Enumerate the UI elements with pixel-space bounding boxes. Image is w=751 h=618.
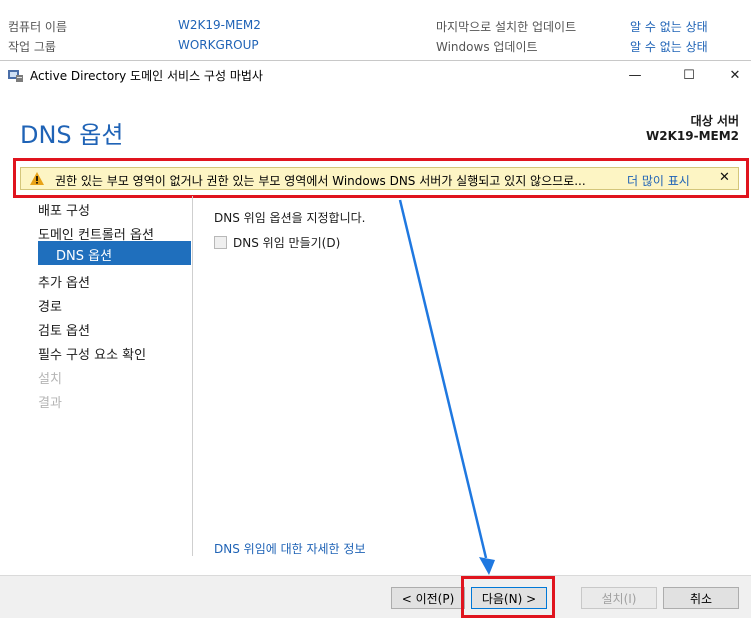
previous-button[interactable]: < 이전(P) (391, 587, 465, 609)
workgroup-value[interactable]: WORKGROUP (178, 38, 259, 52)
windows-update-label: Windows 업데이트 (436, 40, 538, 54)
minimize-button[interactable]: — (612, 61, 658, 89)
workgroup-label: 작업 그룹 (8, 40, 56, 54)
target-server-label: 대상 서버 (690, 114, 739, 128)
nav-item-prerequisites-check[interactable]: 필수 구성 요소 확인 (38, 344, 146, 363)
nav-item-dns-options[interactable]: DNS 옵션 (38, 241, 191, 265)
server-manager-icon (8, 70, 23, 82)
computer-name-label: 컴퓨터 이름 (8, 20, 68, 34)
last-update-label: 마지막으로 설치한 업데이트 (436, 20, 577, 34)
content-description: DNS 위임 옵션을 지정합니다. (214, 211, 366, 225)
maximize-icon: ☐ (683, 67, 695, 83)
close-icon: ✕ (729, 67, 741, 83)
warning-text: 권한 있는 부모 영역이 없거나 권한 있는 부모 영역에서 Windows D… (55, 174, 586, 188)
warning-icon (30, 172, 44, 185)
create-dns-delegation-label: DNS 위임 만들기(D) (233, 236, 341, 250)
show-more-link[interactable]: 더 많이 표시 (627, 172, 690, 189)
minimize-icon: — (628, 67, 642, 83)
ad-ds-config-wizard: Active Directory 도메인 서비스 구성 마법사 — ☐ ✕ DN… (0, 60, 751, 618)
nav-divider (192, 196, 193, 556)
server-properties-panel: 컴퓨터 이름 W2K19-MEM2 작업 그룹 WORKGROUP 마지막으로 … (0, 0, 751, 60)
nav-item-review-options[interactable]: 검토 옵션 (38, 320, 90, 339)
title-bar[interactable]: Active Directory 도메인 서비스 구성 마법사 — ☐ ✕ (0, 61, 751, 89)
warning-bar: 권한 있는 부모 영역이 없거나 권한 있는 부모 영역에서 Windows D… (20, 167, 739, 190)
window-title: Active Directory 도메인 서비스 구성 마법사 (30, 69, 263, 83)
cancel-button[interactable]: 취소 (663, 587, 739, 609)
create-dns-delegation-option: DNS 위임 만들기(D) (214, 234, 340, 251)
dismiss-warning-icon[interactable]: ✕ (719, 170, 730, 185)
dns-delegation-info-link[interactable]: DNS 위임에 대한 자세한 정보 (214, 540, 366, 557)
windows-update-value[interactable]: 알 수 없는 상태 (630, 38, 708, 55)
nav-item-dns-options-label: DNS 옵션 (56, 249, 113, 264)
last-update-value[interactable]: 알 수 없는 상태 (630, 18, 708, 35)
next-button[interactable]: 다음(N) > (471, 587, 547, 609)
create-dns-delegation-checkbox[interactable] (214, 236, 227, 249)
computer-name-value[interactable]: W2K19-MEM2 (178, 18, 261, 32)
wizard-footer: < 이전(P) 다음(N) > 설치(I) 취소 (0, 575, 751, 618)
nav-item-paths[interactable]: 경로 (38, 296, 62, 315)
nav-item-results: 결과 (38, 396, 62, 411)
nav-item-additional-options[interactable]: 추가 옵션 (38, 272, 90, 291)
maximize-button[interactable]: ☐ (666, 61, 712, 89)
nav-item-installation: 설치 (38, 372, 62, 387)
install-button: 설치(I) (581, 587, 657, 609)
target-server-name: W2K19-MEM2 (646, 129, 739, 143)
close-button[interactable]: ✕ (712, 61, 751, 89)
page-title: DNS 옵션 (20, 121, 124, 149)
nav-item-deployment-config[interactable]: 배포 구성 (38, 200, 90, 219)
